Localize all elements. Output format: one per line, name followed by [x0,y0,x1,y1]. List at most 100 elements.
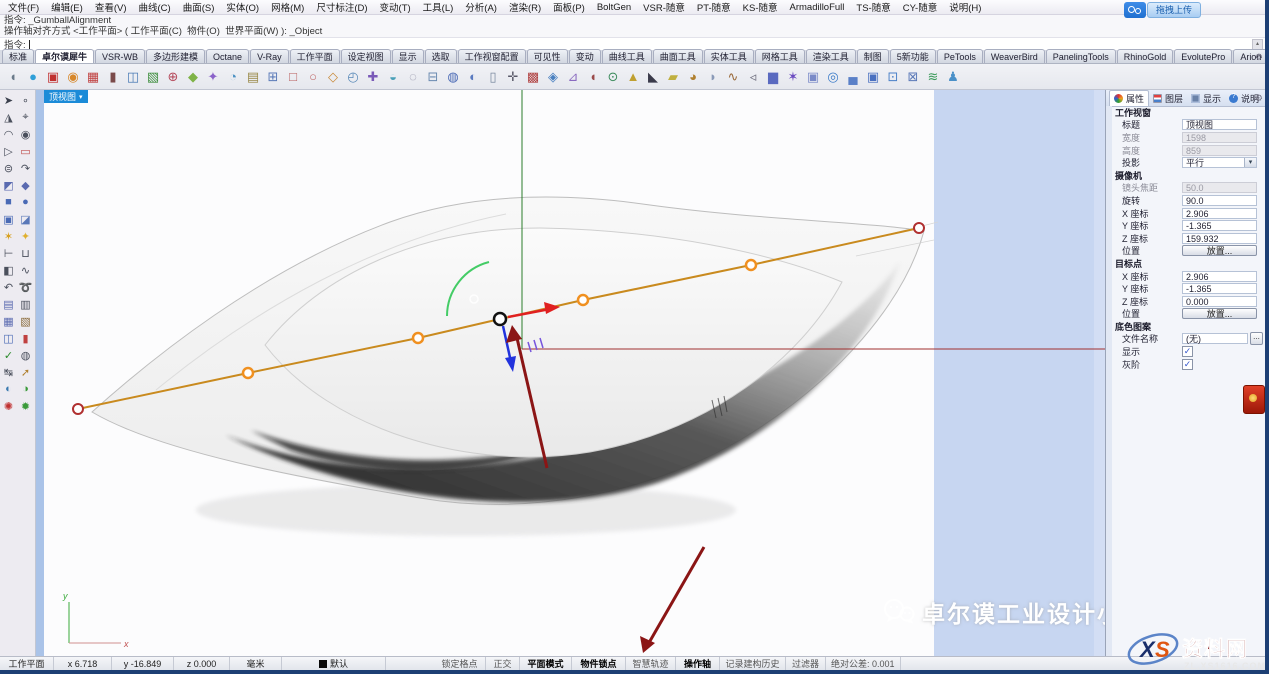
sidebar-tool-icon[interactable]: ◍ [17,347,34,363]
sidebar-tool-icon[interactable]: ↹ [0,364,17,380]
toolbar-icon[interactable]: ◃ [743,67,763,87]
toolbar-icon[interactable]: ▮ [103,67,123,87]
sidebar-tool-icon[interactable]: ⊢ [0,245,17,261]
panel-row-value[interactable]: 顶视图 [1182,119,1257,130]
menu-item[interactable]: BoltGen [591,2,637,13]
sidebar-tool-icon[interactable]: ▷ [0,143,17,159]
toolbar-icon[interactable]: ▤ [243,67,263,87]
panel-row-value[interactable]: 2.906 [1182,271,1257,282]
toolbar-icon[interactable]: ◒ [383,67,403,87]
menu-item[interactable]: 查看(V) [89,0,133,14]
toolbar-icon[interactable]: ▣ [863,67,883,87]
toolbar-icon[interactable]: ▯ [483,67,503,87]
status-bar-item[interactable]: 锁定格点 [434,657,486,670]
toolbar-icon[interactable]: ✚ [363,67,383,87]
status-bar-item[interactable]: 物件锁点 [572,657,626,670]
toolbar-icon[interactable]: ◔ [223,67,243,87]
toolbar-icon[interactable]: ⊿ [563,67,583,87]
toolbar-icon[interactable]: ◖ [3,67,23,87]
panel-row-value[interactable]: 50.0 [1182,182,1257,193]
status-bar-item[interactable]: 过滤器 [786,657,826,670]
menu-item[interactable]: 渲染(R) [503,0,547,14]
panel-tab[interactable]: 图层 [1149,91,1187,106]
toolbar-icon[interactable]: □ [283,67,303,87]
toolbar-tab[interactable]: 曲线工具 [602,49,652,63]
toolbar-tab[interactable]: 选取 [425,49,457,63]
sidebar-tool-icon[interactable]: ↷ [17,160,34,176]
sidebar-tool-icon[interactable]: ∿ [17,262,34,278]
toolbar-icon[interactable]: ◗ [703,67,723,87]
gumball-center[interactable] [494,313,506,325]
status-bar-item[interactable]: 毫米 [230,657,282,670]
curve-control-point[interactable] [578,295,588,305]
panel-row-value[interactable]: 放置... [1182,245,1257,256]
sidebar-tool-icon[interactable]: ↶ [0,279,17,295]
menu-item[interactable]: 变动(T) [374,0,417,14]
menu-item[interactable]: 分析(A) [459,0,503,14]
panel-row-value[interactable]: (无) [1182,333,1248,344]
sidebar-tool-icon[interactable]: ● [17,194,34,210]
sidebar-tool-icon[interactable]: ◧ [0,262,17,278]
toolbar-tab[interactable]: 变动 [569,49,601,63]
menu-item[interactable]: KS-随意 [737,0,784,14]
toolbar-tab[interactable]: 工作视窗配置 [458,49,526,63]
toolbar-icon[interactable]: ▄ [843,67,863,87]
toolbar-icon[interactable]: ✶ [783,67,803,87]
sidebar-tool-icon[interactable]: ◮ [0,109,17,125]
sidebar-tool-icon[interactable]: ⌖ [17,109,34,125]
sidebar-tool-icon[interactable]: ▭ [17,143,34,159]
menu-item[interactable]: VSR-随意 [637,0,691,14]
status-bar-item[interactable]: 记录建构历史 [720,657,786,670]
status-bar-item[interactable]: x 6.718 [54,657,112,670]
menu-item[interactable]: PT-随意 [691,0,737,14]
sidebar-tool-icon[interactable]: ∘ [17,92,34,108]
toolbar-icon[interactable]: ○ [303,67,323,87]
toolbar-icon[interactable]: ◌ [403,67,423,87]
viewport-title[interactable]: 顶视图 [49,90,76,103]
menu-item[interactable]: 编辑(E) [45,0,89,14]
sidebar-tool-icon[interactable]: ✶ [0,228,17,244]
toolbar-tab[interactable]: 曲面工具 [653,49,703,63]
sidebar-tool-icon[interactable]: ▮ [17,330,34,346]
panel-tab[interactable]: 属性 [1109,90,1149,106]
toolbar-tab[interactable]: 网格工具 [755,49,805,63]
menu-item[interactable]: ArmadilloFull [784,2,851,13]
status-bar-item[interactable]: 智慧轨迹 [626,657,676,670]
upload-button-label[interactable]: 拖拽上传 [1147,2,1201,18]
toolbar-icon[interactable]: ⊠ [903,67,923,87]
toolbar-icon[interactable]: ⊙ [603,67,623,87]
toolbar-icon[interactable]: ♟ [943,67,963,87]
command-area[interactable]: 指令: _GumballAlignment 操作轴对齐方式 <工作平面> ( 工… [0,15,1265,50]
status-bar-item[interactable]: z 0.000 [174,657,230,670]
toolbar-tab[interactable]: PanelingTools [1046,49,1116,63]
sidebar-tool-icon[interactable]: ➚ [17,364,34,380]
sidebar-tool-icon[interactable]: ⊔ [17,245,34,261]
toolbar-tab[interactable]: V-Ray [250,49,289,63]
viewport-title-tab[interactable]: 顶视图 ▾ [44,90,88,103]
toolbar-tab[interactable]: 多边形建模 [146,49,205,63]
sidebar-tool-icon[interactable]: ✺ [0,398,17,414]
status-bar-item[interactable]: 正交 [486,657,520,670]
panel-row-value[interactable]: 2.906 [1182,208,1257,219]
panel-tab-label[interactable]: 属性 [1126,92,1144,105]
toolbar-icon[interactable]: ⊞ [263,67,283,87]
panel-row-value[interactable]: 159.932 [1182,233,1257,244]
toolbar-icon[interactable]: ◈ [543,67,563,87]
toolbar-icon[interactable]: ◍ [443,67,463,87]
sidebar-tool-icon[interactable]: ◩ [0,177,17,193]
sidebar-tool-icon[interactable]: ▤ [0,296,17,312]
toolbar-icon[interactable]: ✦ [203,67,223,87]
menu-item[interactable]: 实体(O) [220,0,265,14]
toolbar-icon[interactable]: ◇ [323,67,343,87]
toolbar-icon[interactable]: ◣ [643,67,663,87]
panel-tab-label[interactable]: 显示 [1203,92,1221,105]
sidebar-tool-icon[interactable]: ▣ [0,211,17,227]
sidebar-tool-icon[interactable]: ✓ [0,347,17,363]
toolbar-icon[interactable]: ▣ [43,67,63,87]
viewport-top-view[interactable]: y x 顶视图 ▾ 卓尔谟工业设计小站 [36,90,1105,656]
panel-row-value[interactable]: 0.000 [1182,296,1257,307]
toolbar-icon[interactable]: ▩ [523,67,543,87]
chevron-down-icon[interactable]: ▾ [79,93,83,101]
toolbar-icon[interactable]: ◴ [343,67,363,87]
toolbar-tab[interactable]: WeaverBird [984,49,1045,63]
